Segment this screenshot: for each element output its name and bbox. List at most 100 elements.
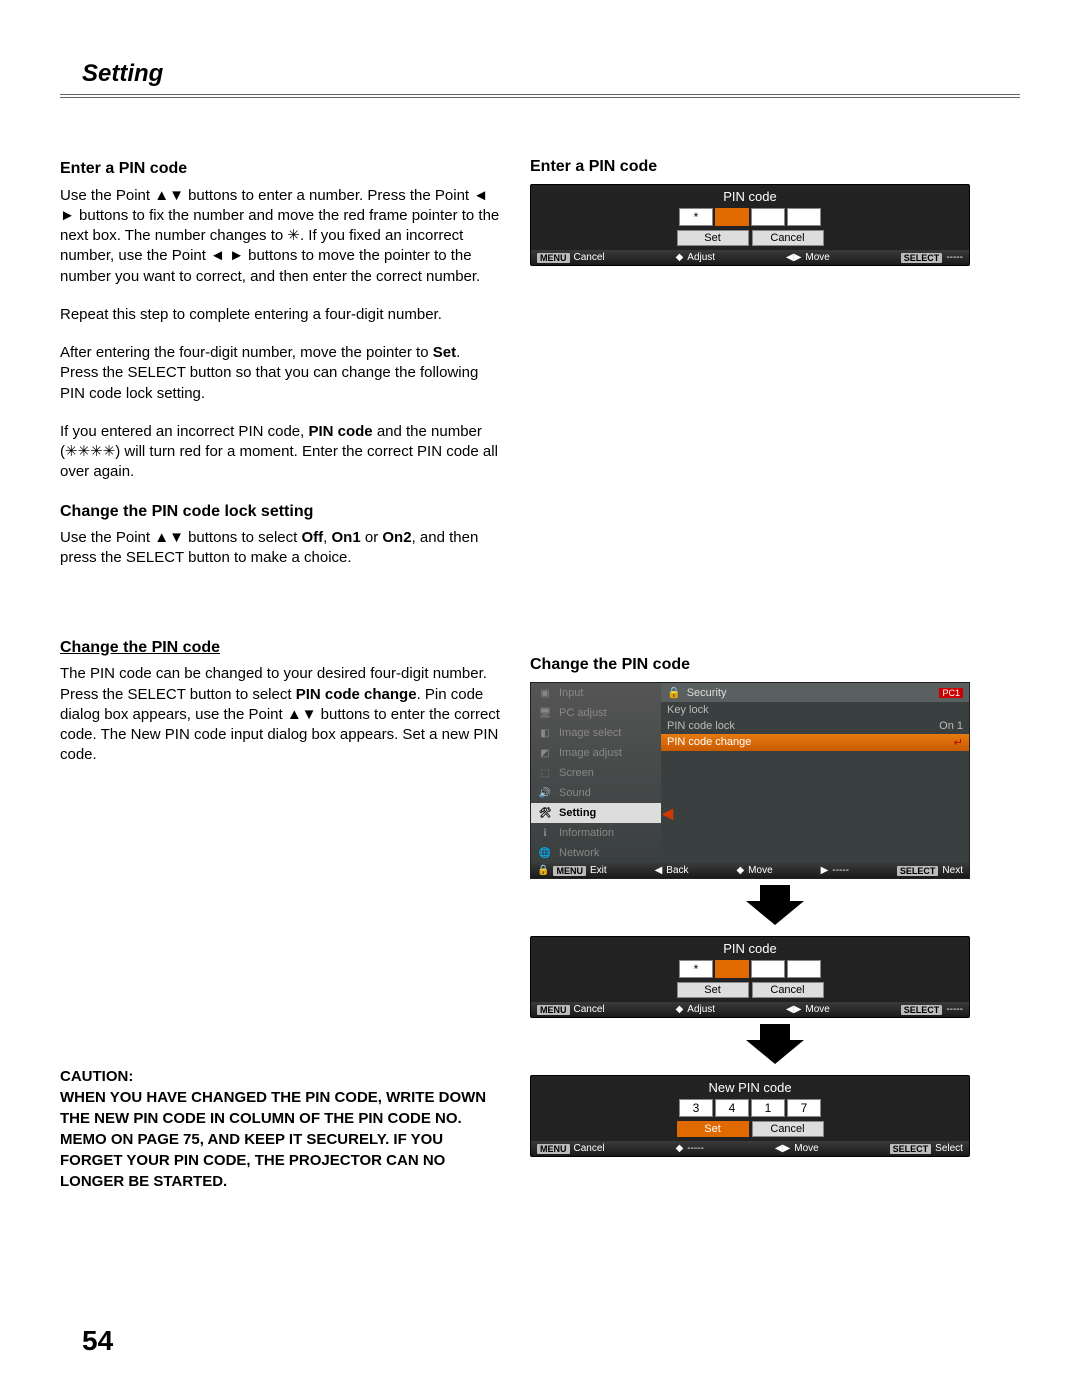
osd-row-pincodechange[interactable]: PIN code change ↵ bbox=[661, 734, 969, 751]
lock-icon: 🔒 bbox=[667, 686, 681, 699]
menu-badge: MENU bbox=[537, 1005, 570, 1015]
sb-text: ----- bbox=[832, 865, 849, 876]
osd-header-title: Security bbox=[687, 687, 727, 699]
updown-icon: ◆ bbox=[676, 1004, 684, 1015]
cancel-button[interactable]: Cancel bbox=[752, 230, 824, 246]
pin-cell[interactable]: 7 bbox=[787, 1099, 821, 1117]
text: Use the Point ▲▼ buttons to select bbox=[60, 529, 301, 546]
row-label: PIN code change bbox=[667, 736, 751, 749]
text-bold: PIN code bbox=[308, 423, 372, 440]
select-badge: SELECT bbox=[901, 253, 943, 263]
updown-icon: ◆ bbox=[676, 1143, 684, 1154]
sidebar-item-sound[interactable]: 🔊 Sound bbox=[531, 783, 661, 803]
select-badge: SELECT bbox=[901, 1005, 943, 1015]
osd-row-pincodelock[interactable]: PIN code lock On 1 bbox=[661, 718, 969, 734]
pin-cell[interactable]: 4 bbox=[715, 1099, 749, 1117]
arrow-down-icon bbox=[530, 885, 1020, 930]
cancel-button[interactable]: Cancel bbox=[752, 982, 824, 998]
left-icon: ◀ bbox=[655, 865, 663, 876]
caution-block: CAUTION: WHEN YOU HAVE CHANGED THE PIN C… bbox=[60, 1066, 500, 1192]
sb-text: Adjust bbox=[687, 252, 715, 263]
text-bold: On1 bbox=[332, 529, 361, 546]
text: After entering the four-digit number, mo… bbox=[60, 344, 433, 361]
sidebar-item-screen[interactable]: ⬚Screen bbox=[531, 763, 661, 783]
info-icon: ℹ bbox=[537, 826, 553, 840]
sidebar-label: Sound bbox=[559, 787, 591, 799]
pin-cell[interactable] bbox=[787, 208, 821, 226]
screen-icon: ⬚ bbox=[537, 766, 553, 780]
heading-change-pin: Change the PIN code bbox=[60, 637, 500, 659]
sb-text: Move bbox=[805, 252, 829, 263]
sidebar-label: Setting bbox=[559, 807, 596, 819]
pin-cell[interactable] bbox=[787, 960, 821, 978]
para-6: The PIN code can be changed to your desi… bbox=[60, 664, 500, 765]
select-badge: SELECT bbox=[890, 1144, 932, 1154]
sb-text: Cancel bbox=[574, 1143, 605, 1154]
sb-text: Select bbox=[935, 1143, 963, 1154]
new-pin-dialog: New PIN code 3 4 1 7 Set Cancel MENUCanc… bbox=[530, 1075, 970, 1157]
row-label: Key lock bbox=[667, 704, 709, 716]
sb-text: ----- bbox=[946, 1004, 963, 1015]
set-button[interactable]: Set bbox=[677, 230, 749, 246]
sb-text: Cancel bbox=[574, 252, 605, 263]
pin-cell[interactable]: 1 bbox=[751, 1099, 785, 1117]
leftright-icon: ◀▶ bbox=[775, 1143, 790, 1154]
sidebar-item-input[interactable]: ▣Input bbox=[531, 683, 661, 703]
status-bar: 🔒MENUExit ◀Back ◆Move ▶----- SELECTNext bbox=[531, 863, 969, 878]
row-label: PIN code lock bbox=[667, 720, 735, 732]
sidebar-item-information[interactable]: ℹInformation bbox=[531, 823, 661, 843]
pin-cell[interactable]: 3 bbox=[679, 1099, 713, 1117]
set-button[interactable]: Set bbox=[677, 1121, 749, 1137]
updown-icon: ◆ bbox=[736, 865, 744, 876]
sidebar-label: PC adjust bbox=[559, 707, 607, 719]
text-bold: Set bbox=[433, 344, 456, 361]
right-column: Enter a PIN code PIN code * Set Cancel M… bbox=[530, 158, 1020, 1192]
sidebar-item-pcadjust[interactable]: 🖥 PC adjust bbox=[531, 703, 661, 723]
sound-icon: 🔊 bbox=[537, 786, 553, 800]
status-bar: MENUCancel ◆Adjust ◀▶Move SELECT----- bbox=[531, 1002, 969, 1017]
osd-menu: ▣Input 🖥 PC adjust ◧ Image select ◩ Image a… bbox=[530, 682, 970, 879]
text: , bbox=[323, 529, 331, 546]
osd-main: 🔒 Security PC1 Key lock PIN code lockOn … bbox=[661, 683, 969, 863]
figure-label-1: Enter a PIN code bbox=[530, 158, 1020, 176]
osd-row-keylock[interactable]: Key lock bbox=[661, 702, 969, 718]
sidebar-item-network[interactable]: 🌐 Network bbox=[531, 843, 661, 863]
sidebar-item-setting[interactable]: 🛠Setting bbox=[531, 803, 661, 823]
cancel-button[interactable]: Cancel bbox=[752, 1121, 824, 1137]
lock-icon: 🔒 bbox=[537, 865, 549, 876]
pin-cell[interactable]: * bbox=[679, 960, 713, 978]
enter-icon: ↵ bbox=[954, 736, 963, 749]
page-section-title: Setting bbox=[82, 60, 1020, 88]
image-adjust-icon: ◩ bbox=[537, 746, 553, 760]
pin-cell[interactable]: * bbox=[679, 208, 713, 226]
heading-change-lock: Change the PIN code lock setting bbox=[60, 501, 500, 523]
text: or bbox=[361, 529, 383, 546]
sidebar-label: Image adjust bbox=[559, 747, 622, 759]
pin-input-row: * bbox=[679, 960, 821, 978]
sidebar-item-imageadjust[interactable]: ◩ Image adjust bbox=[531, 743, 661, 763]
image-select-icon: ◧ bbox=[537, 726, 553, 740]
sb-text: Next bbox=[942, 865, 963, 876]
pin-dialog-1: PIN code * Set Cancel MENUCancel ◆Adjust… bbox=[530, 184, 970, 266]
network-icon: 🌐 bbox=[537, 846, 553, 860]
pc-icon: 🖥 bbox=[537, 706, 553, 720]
pin-cell[interactable] bbox=[751, 208, 785, 226]
pin-cell-selected[interactable] bbox=[715, 960, 749, 978]
sidebar-label: Network bbox=[559, 847, 599, 859]
sb-text: Adjust bbox=[687, 1004, 715, 1015]
pin-input-row: 3 4 1 7 bbox=[679, 1099, 821, 1117]
sb-text: Move bbox=[805, 1004, 829, 1015]
page-number: 54 bbox=[82, 1325, 113, 1357]
updown-icon: ◆ bbox=[676, 252, 684, 263]
status-bar: MENUCancel ◆----- ◀▶Move SELECTSelect bbox=[531, 1141, 969, 1156]
pin-cell-selected[interactable] bbox=[715, 208, 749, 226]
row-value: On 1 bbox=[939, 720, 963, 732]
arrow-down-icon bbox=[530, 1024, 1020, 1069]
sidebar-item-imageselect[interactable]: ◧ Image select bbox=[531, 723, 661, 743]
para-3: After entering the four-digit number, mo… bbox=[60, 343, 500, 404]
set-button[interactable]: Set bbox=[677, 982, 749, 998]
osd-sidebar: ▣Input 🖥 PC adjust ◧ Image select ◩ Image a… bbox=[531, 683, 661, 863]
sidebar-label: Image select bbox=[559, 727, 621, 739]
pin-cell[interactable] bbox=[751, 960, 785, 978]
text-bold: Off bbox=[301, 529, 323, 546]
